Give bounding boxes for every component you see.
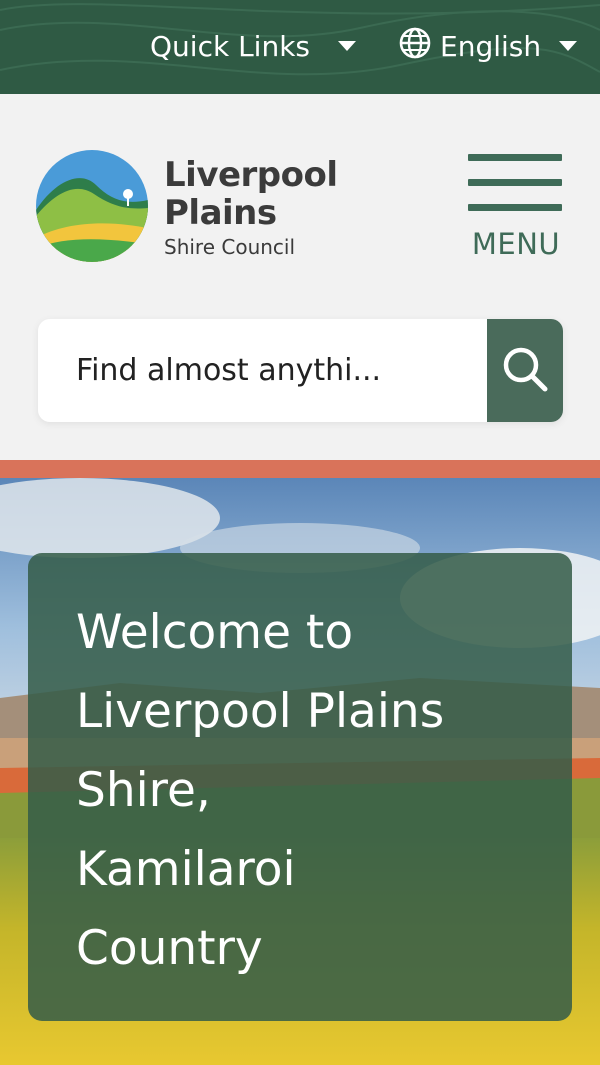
hero-banner: Welcome to Liverpool Plains Shire, Kamil… bbox=[0, 478, 600, 1065]
chevron-down-icon bbox=[559, 41, 578, 51]
menu-button[interactable]: MENU bbox=[468, 154, 564, 259]
hamburger-icon-bar bbox=[468, 204, 562, 211]
menu-label: MENU bbox=[471, 227, 561, 261]
hamburger-icon-bar bbox=[468, 179, 562, 186]
globe-icon bbox=[398, 26, 432, 67]
accent-stripe bbox=[0, 460, 600, 478]
quick-links-dropdown[interactable]: Quick Links bbox=[150, 26, 357, 66]
logo-line-3: Shire Council bbox=[164, 235, 296, 259]
hamburger-icon bbox=[468, 154, 562, 161]
hero-heading-line: Liverpool Plains bbox=[76, 684, 445, 739]
search-icon bbox=[500, 344, 550, 398]
language-label: English bbox=[440, 29, 542, 63]
search-button[interactable] bbox=[487, 319, 563, 422]
hero-heading-line: Country bbox=[76, 921, 263, 976]
site-header: Liverpool Plains Shire Council MENU bbox=[0, 94, 600, 460]
logo-emblem-icon bbox=[36, 150, 148, 266]
quick-links-label: Quick Links bbox=[150, 29, 311, 63]
search-input[interactable] bbox=[38, 319, 487, 422]
hero-heading-line: Kamilaroi bbox=[76, 842, 296, 897]
language-selector[interactable]: English bbox=[398, 26, 578, 67]
chevron-down-icon bbox=[338, 41, 357, 51]
top-bar: Quick Links English bbox=[0, 0, 600, 94]
welcome-panel: Welcome to Liverpool Plains Shire, Kamil… bbox=[28, 553, 572, 1021]
search-bar bbox=[38, 319, 563, 422]
logo-line-1: Liverpool bbox=[164, 155, 338, 195]
site-logo[interactable]: Liverpool Plains Shire Council bbox=[36, 150, 338, 266]
logo-line-2: Plains bbox=[164, 193, 277, 233]
logo-text: Liverpool Plains Shire Council bbox=[164, 156, 338, 260]
hero-heading-line: Welcome to bbox=[76, 605, 354, 660]
hero-heading: Welcome to Liverpool Plains Shire, Kamil… bbox=[76, 593, 524, 988]
hero-heading-line: Shire, bbox=[76, 763, 211, 818]
